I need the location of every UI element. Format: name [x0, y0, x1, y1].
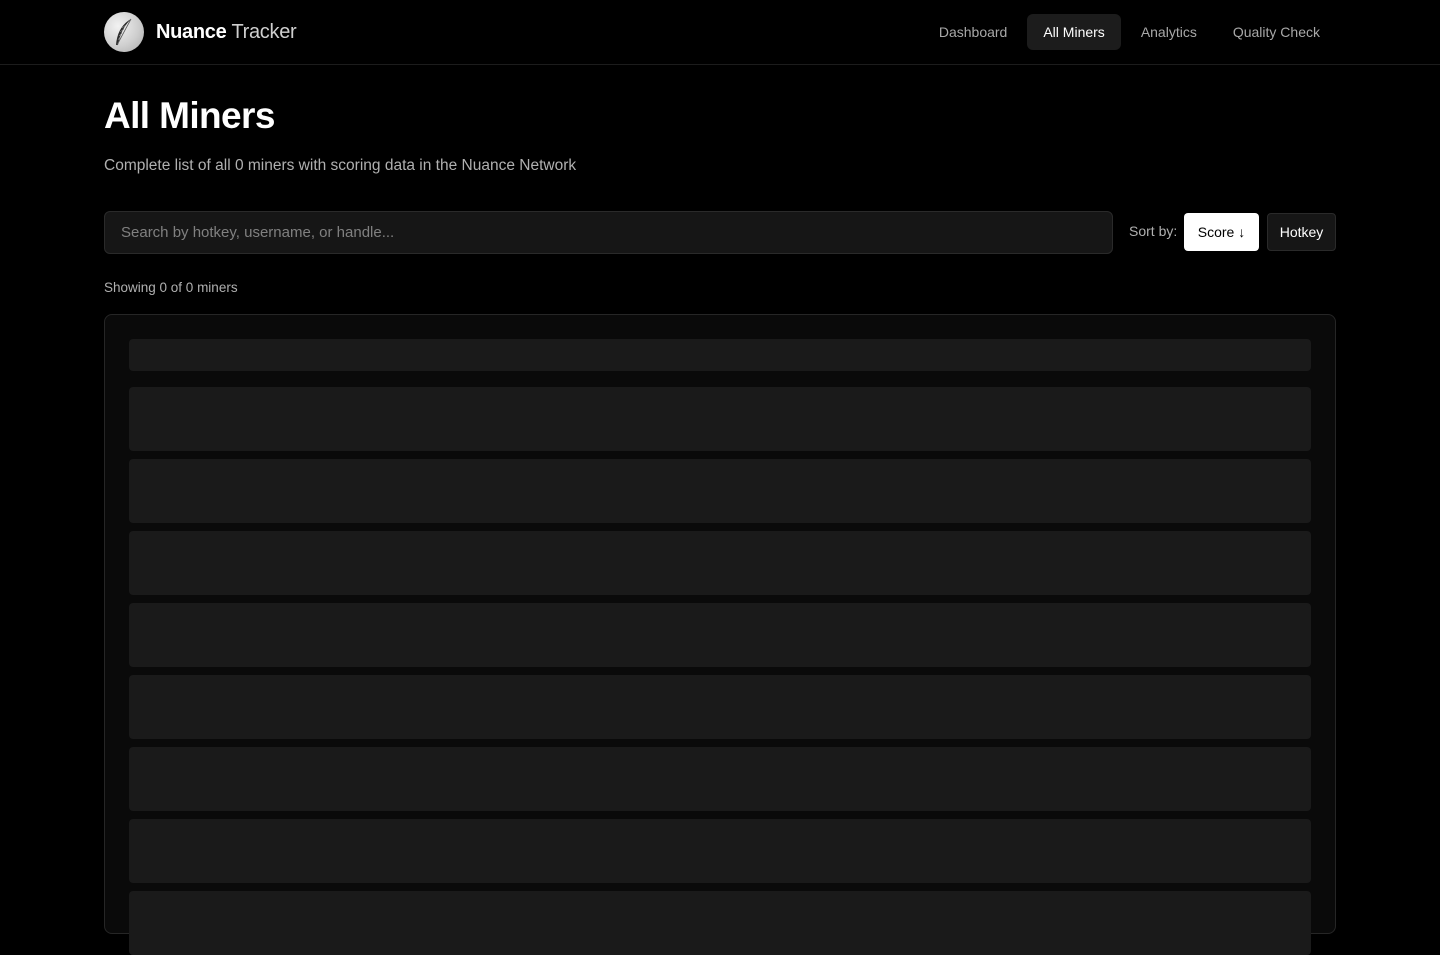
- main-nav: Dashboard All Miners Analytics Quality C…: [923, 14, 1336, 50]
- skeleton-row: [129, 603, 1311, 667]
- skeleton-row: [129, 747, 1311, 811]
- page-title: All Miners: [104, 95, 275, 136]
- skeleton-row: [129, 387, 1311, 451]
- skeleton-row: [129, 819, 1311, 883]
- skeleton-row: [129, 891, 1311, 955]
- brand-name-light: Tracker: [231, 20, 297, 43]
- brand-name-strong: Nuance: [156, 20, 227, 43]
- sort-score-button[interactable]: Score ↓: [1184, 213, 1259, 251]
- sort-hotkey-button[interactable]: Hotkey: [1267, 213, 1336, 251]
- page-subtitle: Complete list of all 0 miners with scori…: [104, 157, 577, 174]
- miners-table-panel: [104, 314, 1336, 955]
- skeleton-row: [129, 675, 1311, 739]
- search-input[interactable]: [104, 211, 1113, 254]
- skeleton-table-header: [129, 339, 1311, 371]
- top-navbar: Nuance Tracker Dashboard All Miners Analy…: [0, 0, 1440, 65]
- results-count: Showing 0 of 0 miners: [104, 280, 238, 295]
- sort-label: Sort by:: [1129, 223, 1178, 239]
- nav-all-miners[interactable]: All Miners: [1027, 14, 1121, 50]
- brand[interactable]: Nuance Tracker: [104, 12, 297, 52]
- nav-quality-check[interactable]: Quality Check: [1217, 14, 1336, 50]
- skeleton-row: [129, 459, 1311, 523]
- feather-icon: [104, 12, 144, 52]
- brand-name: Nuance Tracker: [156, 20, 297, 44]
- nav-analytics[interactable]: Analytics: [1125, 14, 1213, 50]
- nav-dashboard[interactable]: Dashboard: [923, 14, 1024, 50]
- skeleton-row: [129, 531, 1311, 595]
